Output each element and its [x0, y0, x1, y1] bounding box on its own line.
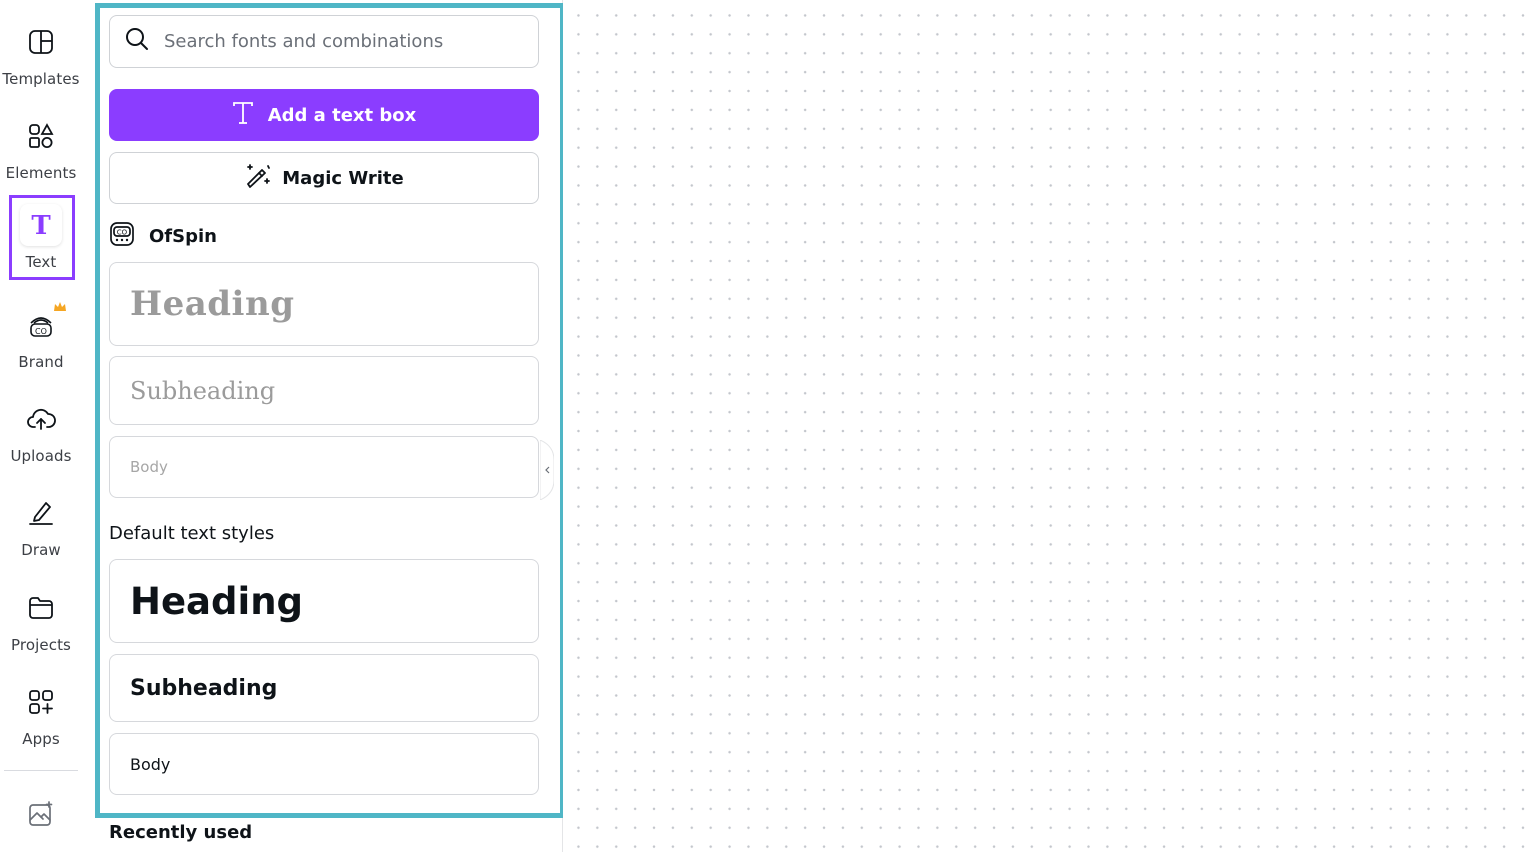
search-icon — [124, 26, 150, 57]
active-item-frame — [9, 195, 75, 280]
default-body-preview: Body — [130, 754, 171, 774]
sidebar-item-label: Uploads — [10, 447, 72, 465]
recently-used-title: Recently used — [109, 822, 253, 843]
default-body-style[interactable]: Body — [109, 733, 539, 795]
folder-icon — [21, 588, 61, 628]
sidebar-item-label: Elements — [5, 164, 77, 182]
default-subheading-style[interactable]: Subheading — [109, 654, 539, 722]
add-text-box-label: Add a text box — [267, 104, 417, 126]
font-search-box[interactable] — [109, 15, 539, 68]
sidebar-item-brand[interactable]: CO Brand — [0, 287, 82, 377]
default-subheading-preview: Subheading — [130, 675, 278, 701]
design-canvas[interactable] — [563, 0, 1536, 852]
brand-kit-icon: CO — [109, 221, 135, 252]
brand-body-style[interactable]: Body — [109, 436, 539, 498]
svg-text:CO: CO — [35, 327, 47, 336]
elements-icon — [21, 116, 61, 156]
brand-kit-header[interactable]: CO OfSpin — [109, 221, 217, 252]
brand-heading-preview: Heading — [130, 284, 295, 324]
brand-body-preview: Body — [130, 458, 168, 476]
magic-media-icon — [21, 794, 61, 834]
sidebar-item-draw[interactable]: Draw — [0, 475, 82, 565]
magic-write-button[interactable]: Magic Write — [109, 152, 539, 204]
sidebar-item-elements[interactable]: Elements — [0, 98, 82, 188]
magic-wand-icon — [244, 162, 272, 195]
brand-kit-name: OfSpin — [149, 225, 217, 247]
sidebar-item-label: Draw — [21, 541, 61, 559]
upload-cloud-icon — [21, 399, 61, 439]
apps-icon — [21, 682, 61, 722]
default-heading-preview: Heading — [130, 579, 304, 623]
sidebar-item-projects[interactable]: Projects — [0, 570, 82, 660]
sidebar-item-label: Projects — [11, 636, 71, 654]
sidebar-item-uploads[interactable]: Uploads — [0, 381, 82, 471]
text-icon — [232, 101, 254, 130]
sidebar-item-label: Brand — [18, 353, 64, 371]
add-text-box-button[interactable]: Add a text box — [109, 89, 539, 141]
crown-icon — [53, 300, 67, 318]
magic-write-label: Magic Write — [282, 167, 404, 189]
draw-icon — [21, 493, 61, 533]
default-heading-style[interactable]: Heading — [109, 559, 539, 643]
sidebar-item-templates[interactable]: Templates — [0, 4, 82, 94]
panel-collapse-handle[interactable] — [539, 439, 555, 501]
templates-icon — [21, 22, 61, 62]
brand-icon: CO — [21, 302, 66, 345]
brand-subheading-style[interactable]: Subheading — [109, 356, 539, 425]
svg-text:CO: CO — [117, 228, 128, 236]
left-sidebar: Templates Elements T Text CO Brand Uploa… — [0, 0, 82, 852]
default-text-styles-title: Default text styles — [109, 523, 275, 544]
brand-heading-style[interactable]: Heading — [109, 262, 539, 346]
brand-subheading-preview: Subheading — [130, 376, 276, 405]
sidebar-item-label: Templates — [2, 70, 80, 88]
sidebar-item-apps[interactable]: Apps — [0, 664, 82, 754]
sidebar-divider — [4, 770, 78, 771]
search-input[interactable] — [162, 30, 506, 53]
sidebar-item-magic-media[interactable] — [0, 780, 82, 840]
sidebar-item-label: Apps — [22, 730, 60, 748]
